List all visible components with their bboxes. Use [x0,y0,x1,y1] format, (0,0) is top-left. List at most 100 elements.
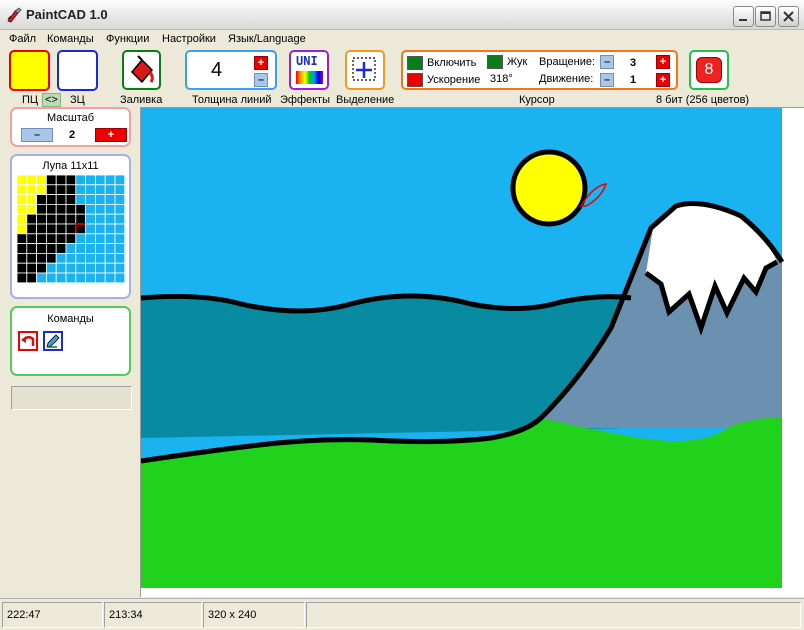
cursor-enable-label: Включить [427,57,477,69]
rotation-label: Вращение: [539,56,596,68]
loupe-pixel [104,262,116,274]
loupe-pixel [85,262,96,274]
loupe-pixel [85,243,96,254]
selection-tool-button[interactable] [345,50,385,90]
swap-colors-button[interactable]: <> [42,93,61,107]
loupe-pixel [114,175,125,186]
loupe-pixel [95,223,106,235]
loupe-pixel [114,253,125,264]
sun [510,149,588,227]
angle-value: 318° [490,73,513,85]
minimize-button[interactable] [733,6,754,27]
cursor-group-label: Курсор [519,94,555,106]
loupe-pixel [95,194,106,205]
loupe-pixel [36,233,47,244]
redraw-button[interactable] [43,331,63,351]
menu-file[interactable]: Файл [9,33,36,45]
minimize-icon [739,19,747,21]
loupe-pixel [95,175,106,186]
line-width-decrease-button[interactable]: – [254,73,268,87]
primary-color-label: ПЦ [22,94,39,106]
loupe-pixel [17,243,28,254]
loupe-panel: Лупа 11х11 [10,154,131,299]
loupe-pixel [104,272,116,283]
menu-commands[interactable]: Команды [47,33,94,45]
drawing-canvas-area[interactable] [140,107,804,597]
loupe-pixel [17,253,28,264]
loupe-pixel [85,233,96,244]
fill-tool-label: Заливка [120,94,163,106]
loupe-pixel [65,184,77,196]
loupe-pixel [95,233,106,244]
loupe-pixel [85,223,96,235]
loupe-pixel [114,272,125,283]
movement-increase-button[interactable]: + [656,73,670,87]
loupe-pixel [55,194,67,205]
acceleration-toggle[interactable] [407,73,423,87]
loupe-pixel [17,272,28,283]
loupe-pixel [36,243,47,254]
loupe-pixel [36,184,47,196]
effects-label: Эффекты [280,94,331,106]
cursor-enable-toggle[interactable] [407,56,423,70]
movement-decrease-button[interactable]: – [600,73,614,87]
primary-color-swatch[interactable] [9,50,50,91]
maximize-button[interactable] [755,6,776,27]
loupe-pixel [75,272,86,283]
effects-badge: UNI [296,54,318,68]
movement-value: 1 [630,74,637,86]
loupe-pixel [45,233,57,244]
status-image-position: 213:34 [104,602,202,628]
loupe-pixel [65,233,77,244]
loupe-pixel [45,213,57,225]
loupe-pixel [45,175,57,186]
undo-button[interactable] [18,331,38,351]
loupe-pixel [75,243,86,254]
loupe-pixel [65,194,77,205]
menu-functions[interactable]: Функции [106,33,149,45]
loupe-pixel [65,272,77,283]
loupe-pixel [114,194,125,205]
effects-button[interactable]: UNI [289,50,329,90]
window-title: PaintCAD 1.0 [26,7,108,22]
loupe-pixel [17,262,28,274]
scale-value: 2 [69,129,76,141]
loupe-pixel [36,194,47,205]
loupe-pixel [85,203,96,215]
loupe-pixel [26,223,38,235]
loupe-pixel [85,184,96,196]
drawing-canvas[interactable] [140,108,804,598]
loupe-pixel [45,194,57,205]
loupe-pixel [45,272,57,283]
loupe-pixel [36,262,47,274]
loupe-pixel [75,253,86,264]
bug-mode-toggle[interactable] [487,55,503,69]
loupe-pixel [104,233,116,244]
menu-settings[interactable]: Настройки [162,33,216,45]
loupe-pixel [55,272,67,283]
menu-bar: Файл Команды Функции Настройки Язык/Lang… [0,30,804,48]
fill-tool-button[interactable] [122,50,161,90]
loupe-pixel [75,262,86,274]
close-button[interactable] [778,6,799,27]
loupe-pixel [65,175,77,186]
bit-depth-button[interactable]: 8 [689,50,729,90]
paint-bucket-icon [130,55,154,84]
loupe-pixel [95,213,106,225]
scale-increase-button[interactable]: + [95,128,127,142]
menu-language[interactable]: Язык/Language [228,33,306,45]
loupe-pixel [26,213,38,225]
secondary-color-swatch[interactable] [57,50,98,91]
loupe-pixel [104,253,116,264]
rotation-decrease-button[interactable]: – [600,55,614,69]
scale-decrease-button[interactable]: – [21,128,53,142]
rotation-increase-button[interactable]: + [656,55,670,69]
status-cursor-position: 222:47 [2,602,103,628]
loupe-pixel [45,184,57,196]
loupe-pixel [26,194,38,205]
status-message [306,602,801,628]
line-width-increase-button[interactable]: + [254,56,268,70]
loupe-pixel [55,253,67,264]
loupe-pixel [114,203,125,215]
loupe-pixel [26,272,38,283]
